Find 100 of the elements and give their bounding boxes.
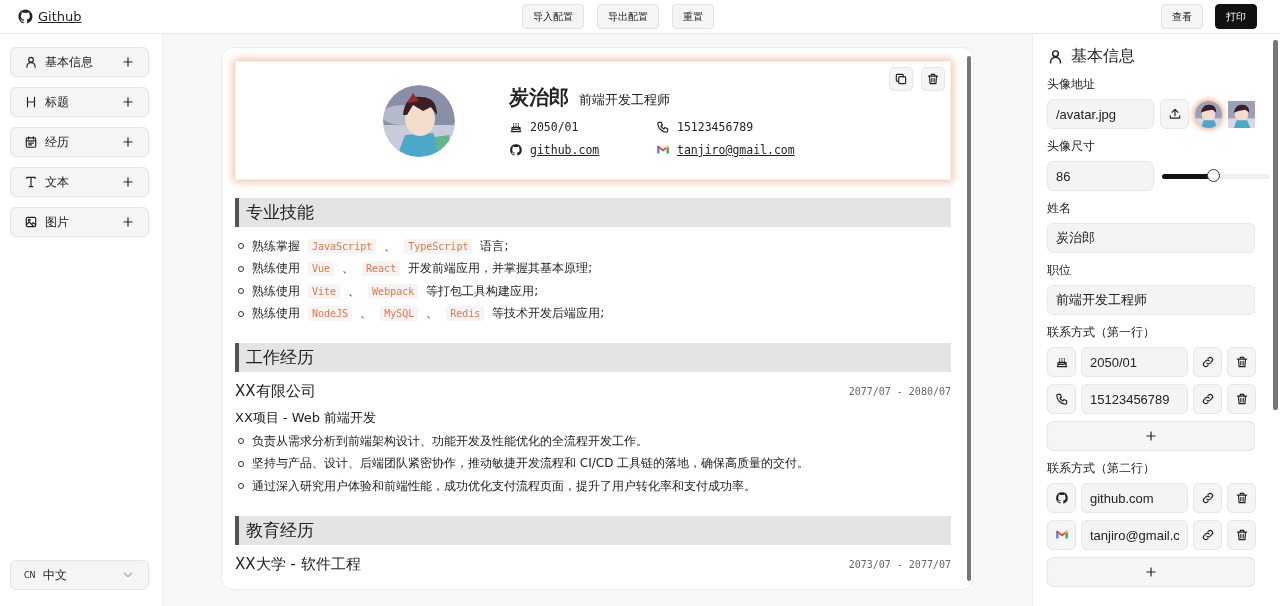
contact-field[interactable]: 15123456789 bbox=[1081, 384, 1188, 414]
skill-text: 、 bbox=[360, 305, 373, 323]
add-block-button[interactable]: 经历 bbox=[10, 127, 149, 157]
entry-date: 2077/07 - 2080/07 bbox=[848, 386, 951, 397]
delete-button[interactable] bbox=[1227, 520, 1256, 550]
cake-icon bbox=[509, 120, 523, 134]
plus-icon bbox=[1144, 429, 1158, 443]
field-label: 联系方式（第一行） bbox=[1047, 324, 1156, 341]
entry-subtitle: XX项目 - Web 前端开发 bbox=[235, 409, 378, 427]
trash-icon bbox=[926, 72, 940, 86]
plus-icon bbox=[1144, 565, 1158, 579]
contact-link[interactable]: tanjiro@gmail.com bbox=[677, 143, 795, 157]
phone-icon bbox=[656, 120, 670, 134]
preview-button[interactable]: 查看 bbox=[1161, 4, 1203, 29]
toolbar-button[interactable]: 导入配置 bbox=[522, 4, 584, 29]
avatar-size-field[interactable]: 86 bbox=[1047, 161, 1154, 191]
cake-icon bbox=[1054, 355, 1069, 369]
contact-text: 15123456789 bbox=[677, 120, 754, 134]
skill-text: 语言; bbox=[480, 237, 509, 255]
link-button[interactable] bbox=[1193, 483, 1222, 513]
copy-icon bbox=[894, 72, 908, 86]
person-icon bbox=[1047, 48, 1064, 65]
section-heading: 教育经历 bbox=[235, 515, 951, 545]
upload-icon bbox=[1167, 107, 1182, 121]
phone-icon bbox=[1054, 392, 1069, 406]
code-tag: MySQL bbox=[380, 306, 419, 322]
skill-text: 熟练使用 bbox=[252, 260, 300, 278]
contact-field[interactable]: tanjiro@gmail.c bbox=[1081, 520, 1188, 550]
skill-text: 等技术开发后端应用; bbox=[492, 305, 605, 323]
toolbar-button[interactable]: 导出配置 bbox=[597, 4, 659, 29]
avatar-url-field[interactable]: /avatar.jpg bbox=[1047, 99, 1154, 129]
entry-title: XX有限公司 bbox=[235, 382, 316, 401]
copy-button[interactable] bbox=[889, 67, 913, 91]
skill-text: 熟练使用 bbox=[252, 305, 300, 323]
code-tag: NodeJS bbox=[308, 306, 353, 322]
position-field[interactable]: 前端开发工程师 bbox=[1047, 285, 1255, 315]
link-icon bbox=[1200, 528, 1215, 542]
skill-text: 熟练使用 bbox=[252, 282, 300, 300]
resume-job-title: 前端开发工程师 bbox=[579, 91, 670, 109]
github-icon bbox=[1054, 491, 1069, 505]
link-icon bbox=[1200, 491, 1215, 505]
mail-icon bbox=[656, 143, 670, 157]
github-link[interactable]: Github bbox=[17, 8, 82, 25]
icon-select-button[interactable] bbox=[1047, 384, 1076, 414]
link-icon bbox=[1200, 392, 1215, 406]
trash-icon bbox=[1234, 491, 1249, 505]
toolbar-button[interactable]: 重置 bbox=[672, 4, 714, 29]
contact-link[interactable]: github.com bbox=[530, 143, 600, 157]
delete-button[interactable] bbox=[1227, 384, 1256, 414]
github-icon bbox=[509, 143, 523, 157]
link-button[interactable] bbox=[1193, 384, 1222, 414]
skill-text: 等打包工具构建应用; bbox=[426, 282, 539, 300]
bullet-text: 坚持与产品、设计、后端团队紧密协作，推动敏捷开发流程和 CI/CD 工具链的落地，确保高质量的交付。 bbox=[252, 455, 810, 473]
print-button[interactable]: 打印 bbox=[1215, 4, 1257, 29]
skill-text: 熟练掌握 bbox=[252, 237, 300, 255]
link-button[interactable] bbox=[1193, 347, 1222, 377]
code-tag: Vite bbox=[308, 283, 341, 299]
plus-icon bbox=[121, 95, 135, 109]
add-block-button[interactable]: 图片 bbox=[10, 207, 149, 237]
name-field[interactable]: 炭治郎 bbox=[1047, 223, 1255, 253]
field-label: 联系方式（第二行） bbox=[1047, 460, 1156, 477]
code-tag: Webpack bbox=[368, 283, 419, 299]
code-tag: React bbox=[362, 261, 401, 277]
skill-text: 、 bbox=[426, 305, 439, 323]
person-icon bbox=[24, 55, 38, 69]
icon-select-button[interactable] bbox=[1047, 483, 1076, 513]
code-tag: TypeScript bbox=[404, 238, 473, 254]
github-icon bbox=[17, 8, 34, 25]
code-tag: Vue bbox=[308, 261, 335, 277]
delete-button[interactable] bbox=[921, 67, 945, 91]
contact-text: 2050/01 bbox=[530, 120, 579, 134]
plus-icon bbox=[121, 215, 135, 229]
delete-button[interactable] bbox=[1227, 483, 1256, 513]
field-label: 头像尺寸 bbox=[1047, 138, 1096, 155]
bullet-text: 通过深入研究用户体验和前端性能，成功优化支付流程页面，提升了用户转化率和支付成功率。 bbox=[252, 477, 756, 495]
bullet-text: 负责从需求分析到前端架构设计、功能开发及性能优化的全流程开发工作。 bbox=[252, 432, 648, 450]
link-icon bbox=[1200, 355, 1215, 369]
delete-button[interactable] bbox=[1227, 347, 1256, 377]
skill-text: 开发前端应用，并掌握其基本原理; bbox=[408, 260, 593, 278]
contact-field[interactable]: github.com bbox=[1081, 483, 1188, 513]
image-icon bbox=[24, 215, 38, 229]
mail-icon bbox=[1054, 528, 1069, 542]
calendar-icon bbox=[24, 135, 38, 149]
plus-icon bbox=[121, 135, 135, 149]
text-icon bbox=[24, 175, 38, 189]
language-select[interactable]: CN 中文 bbox=[10, 560, 149, 590]
upload-button[interactable] bbox=[1160, 99, 1189, 129]
code-tag: Redis bbox=[446, 306, 485, 322]
contact-field[interactable]: 2050/01 bbox=[1081, 347, 1188, 377]
resume-header[interactable]: 炭治郎 前端开发工程师 2050/01 15123456789 github.com tanjiro@gmail.com bbox=[235, 61, 951, 180]
heading-icon bbox=[24, 95, 38, 109]
field-label: 头像地址 bbox=[1047, 76, 1096, 93]
entry-title: XX大学 - 软件工程 bbox=[235, 554, 361, 574]
add-block-button[interactable]: 文本 bbox=[10, 167, 149, 197]
code-tag: JavaScript bbox=[308, 238, 377, 254]
plus-icon bbox=[121, 55, 135, 69]
link-button[interactable] bbox=[1193, 520, 1222, 550]
add-block-button[interactable]: 标题 bbox=[10, 87, 149, 117]
add-block-button[interactable]: 基本信息 bbox=[10, 47, 149, 77]
icon-select-button[interactable] bbox=[1047, 347, 1076, 377]
